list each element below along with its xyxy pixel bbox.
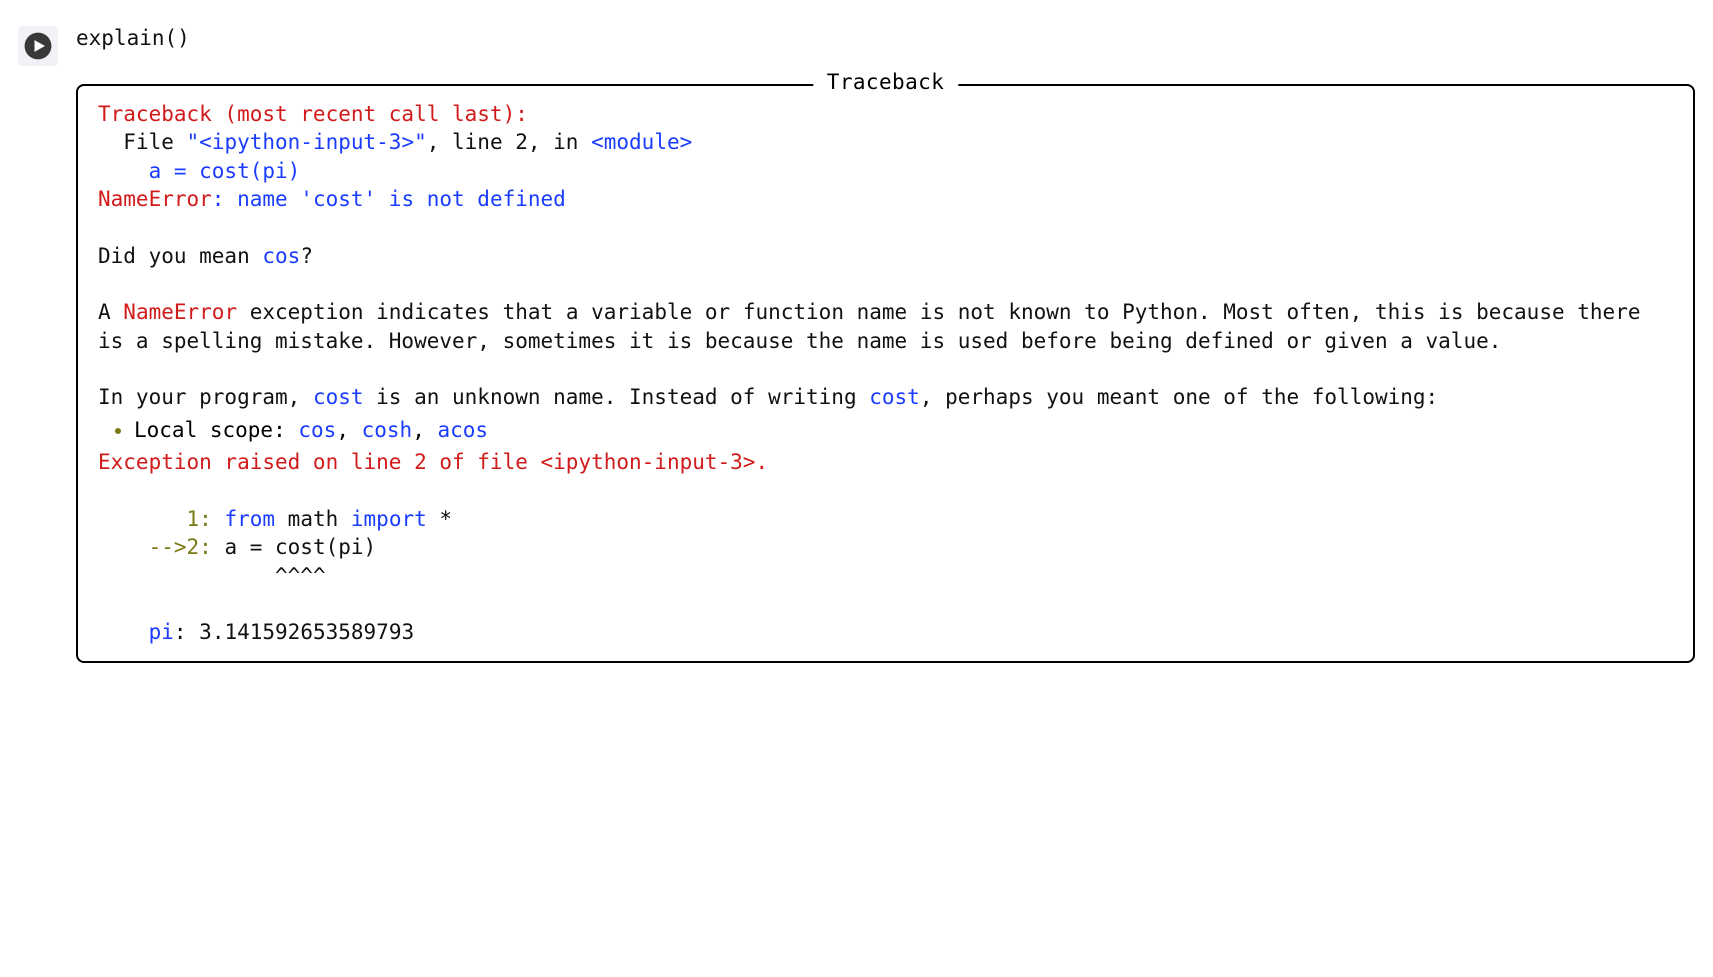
explanation-p2a: In your program, — [98, 385, 313, 409]
did-you-mean-prefix: Did you mean — [98, 244, 262, 268]
ctx-line2-code: a = cost(pi) — [224, 535, 376, 559]
var-name: pi — [98, 620, 174, 644]
ctx-line1-num: 1: — [98, 507, 224, 531]
explanation-p1c: exception indicates that a variable or f… — [98, 300, 1653, 352]
ctx-line1-d: * — [427, 507, 452, 531]
var-sep: : — [174, 620, 199, 644]
explanation-p2d: cost — [869, 385, 920, 409]
scope-item: Local scope: cos, cosh, acos — [134, 416, 1673, 444]
explanation-p1a: A — [98, 300, 123, 324]
scope-suggestion: cosh — [362, 418, 413, 442]
cell-output: Traceback Traceback (most recent call la… — [76, 84, 1695, 663]
ctx-caret: ^^^^ — [98, 564, 326, 588]
error-msg: : name 'cost' is not defined — [212, 187, 566, 211]
code-input[interactable]: explain() — [76, 20, 1695, 54]
scope-list: Local scope: cos, cosh, acos — [98, 416, 1673, 444]
tb-file-name: "<ipython-input-3>" — [187, 130, 427, 154]
ctx-line1-a: from — [224, 507, 275, 531]
tb-file-module: <module> — [591, 130, 692, 154]
explanation-p2e: , perhaps you meant one of the following… — [920, 385, 1438, 409]
tb-code: a = cost(pi) — [98, 159, 300, 183]
var-val: 3.141592653589793 — [199, 620, 414, 644]
raised-b: <ipython-input-3> — [541, 450, 756, 474]
raised-a: Exception raised on line 2 of file — [98, 450, 541, 474]
did-you-mean-suggestion: cos — [262, 244, 300, 268]
tb-file-linepart: , line 2, in — [427, 130, 591, 154]
play-icon — [24, 32, 52, 60]
raised-c: . — [755, 450, 768, 474]
scope-suggestion: acos — [437, 418, 488, 442]
run-cell-button[interactable] — [18, 26, 58, 66]
ctx-line1-c: import — [351, 507, 427, 531]
cell-body: explain() Traceback Traceback (most rece… — [76, 20, 1695, 663]
traceback-box: Traceback Traceback (most recent call la… — [76, 84, 1695, 663]
traceback-content: Traceback (most recent call last): File … — [98, 100, 1673, 412]
ctx-line1-b: math — [275, 507, 351, 531]
explanation-p1b: NameError — [123, 300, 237, 324]
tb-file-prefix: File — [98, 130, 187, 154]
scope-suggestion: cos — [298, 418, 336, 442]
error-name: NameError — [98, 187, 212, 211]
ctx-line2-num: -->2: — [98, 535, 224, 559]
tb-header: Traceback (most recent call last): — [98, 102, 528, 126]
traceback-content-2: Exception raised on line 2 of file <ipyt… — [98, 448, 1673, 646]
did-you-mean-suffix: ? — [300, 244, 313, 268]
explanation-p2b: cost — [313, 385, 364, 409]
notebook-cell: explain() Traceback Traceback (most rece… — [18, 20, 1695, 663]
explanation-p2c: is an unknown name. Instead of writing — [364, 385, 870, 409]
scope-label: Local scope: — [134, 418, 298, 442]
traceback-legend: Traceback — [813, 70, 958, 94]
